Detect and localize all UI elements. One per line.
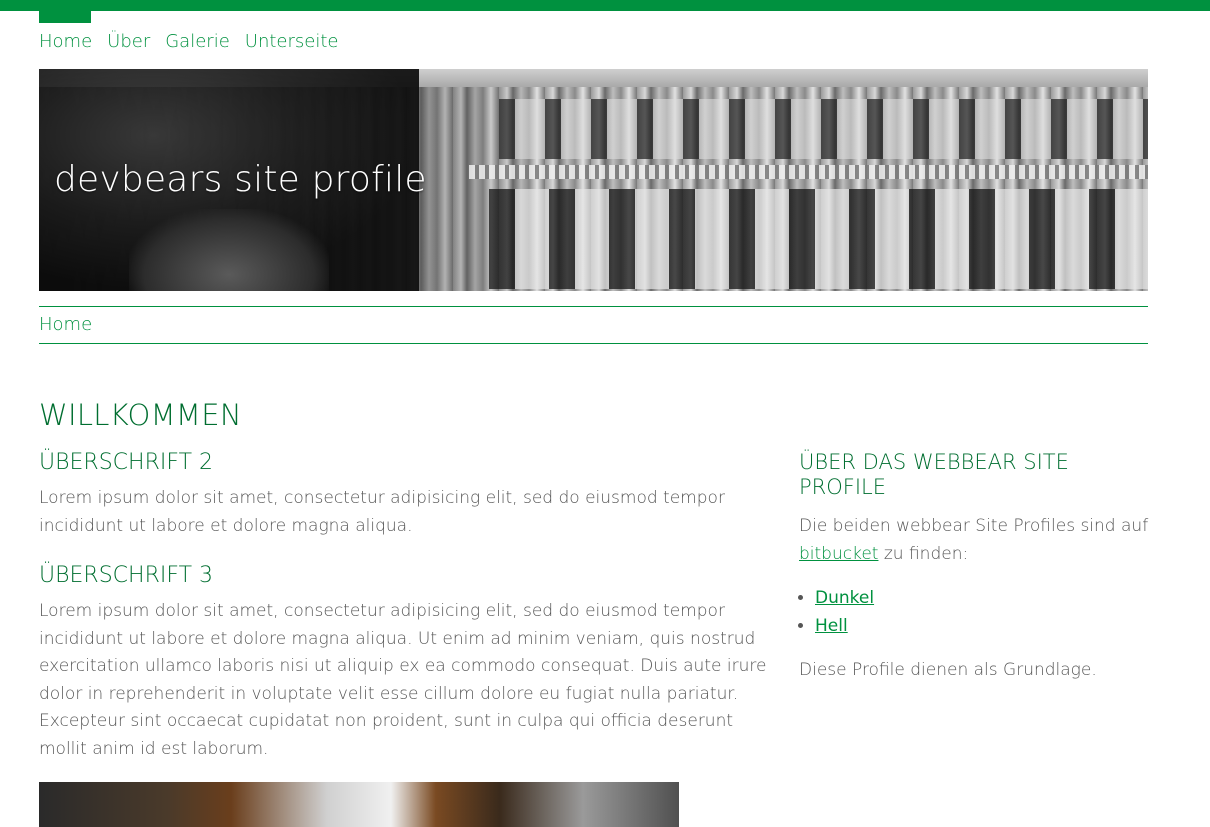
page-title: WILLKOMMEN: [39, 398, 242, 432]
hero-building-windows: [489, 189, 1148, 289]
nav-link-unterseite[interactable]: Unterseite: [245, 28, 339, 56]
profile-link-dunkel[interactable]: Dunkel: [815, 588, 874, 608]
sidebar-outro: Diese Profile dienen als Grundlage.: [799, 660, 1097, 680]
paragraph-body: Lorem ipsum dolor sit amet, consectetur …: [39, 601, 767, 759]
heading-level-2: ÜBERSCHRIFT 2: [39, 450, 214, 475]
bitbucket-link[interactable]: bitbucket: [799, 544, 878, 564]
main-navigation: Home Über Galerie Unterseite: [39, 28, 353, 56]
nav-link-galerie[interactable]: Galerie: [165, 28, 230, 56]
top-accent-bar: [0, 0, 1210, 11]
sidebar-intro-after: zu finden:: [883, 544, 969, 564]
hero-banner-image: devbears site profile: [39, 69, 1148, 291]
sidebar: ÜBER DAS WEBBEAR SITE PROFILE Die beiden…: [799, 450, 1159, 684]
hero-building-balcony: [469, 165, 1148, 179]
top-accent-tab: [39, 11, 91, 23]
profile-list: Dunkel Hell: [799, 584, 1159, 640]
sidebar-intro-before: Die beiden webbear Site Profiles sind au…: [799, 516, 1149, 536]
paragraph-intro: Lorem ipsum dolor sit amet, consectetur …: [39, 488, 725, 536]
hero-palms: [129, 209, 329, 291]
hero-building-upper-windows: [499, 99, 1148, 159]
site-title: devbears site profile: [54, 159, 427, 200]
breadcrumb-home-link[interactable]: Home: [39, 314, 92, 335]
sidebar-intro: Die beiden webbear Site Profiles sind au…: [799, 512, 1159, 568]
nav-link-home[interactable]: Home: [39, 28, 92, 56]
content-image: [39, 782, 679, 827]
nav-link-ueber[interactable]: Über: [107, 28, 150, 56]
list-item: Dunkel: [815, 584, 1159, 612]
heading-level-3: ÜBERSCHRIFT 3: [39, 563, 214, 588]
sidebar-title: ÜBER DAS WEBBEAR SITE PROFILE: [799, 450, 1069, 499]
breadcrumb: Home: [39, 306, 1148, 344]
main-content: ÜBERSCHRIFT 2 Lorem ipsum dolor sit amet…: [39, 449, 774, 763]
profile-link-hell[interactable]: Hell: [815, 616, 848, 636]
list-item: Hell: [815, 612, 1159, 640]
